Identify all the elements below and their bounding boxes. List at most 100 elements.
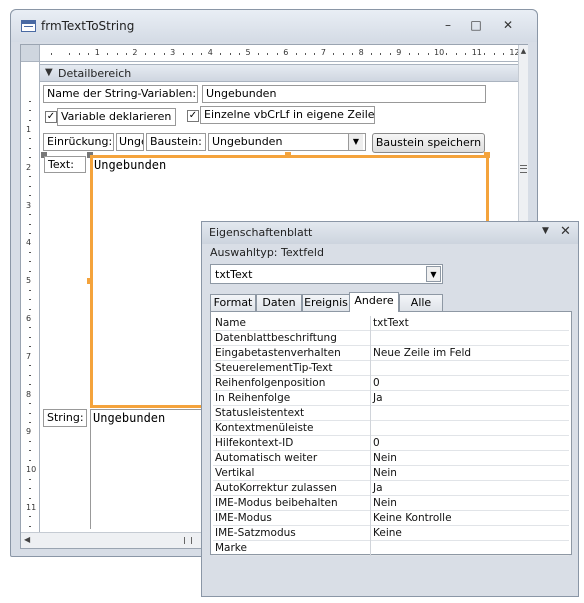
- ruler-tick: [29, 100, 31, 102]
- property-value[interactable]: Ja: [373, 392, 383, 404]
- ruler-label: 8: [358, 48, 364, 57]
- maximize-button[interactable]: □: [463, 16, 489, 34]
- ruler-tick: [342, 53, 344, 55]
- indent-label[interactable]: Einrückung:: [43, 133, 114, 151]
- property-row[interactable]: IME-Modus beibehalten Nein: [213, 496, 569, 511]
- ruler-tick: [408, 53, 410, 55]
- property-row[interactable]: Vertikal Nein: [213, 466, 569, 481]
- ruler-label: 3: [26, 200, 32, 210]
- property-row[interactable]: Automatisch weiter Nein: [213, 451, 569, 466]
- ruler-tick: [29, 516, 31, 518]
- section-collapse-icon: ▼: [45, 67, 53, 78]
- property-value[interactable]: Neue Zeile im Feld: [373, 347, 471, 359]
- property-sheet-titlebar[interactable]: Eigenschaftenblatt ▼ ✕: [202, 222, 578, 244]
- scroll-grip-icon[interactable]: [184, 537, 192, 544]
- ruler-label: 7: [320, 48, 326, 57]
- string-textbox[interactable]: Ungebunden: [90, 409, 202, 529]
- string-textbox-value: Ungebunden: [93, 411, 166, 425]
- declare-label[interactable]: Variable deklarieren: [57, 108, 176, 126]
- declare-checkbox[interactable]: ✓: [45, 111, 57, 123]
- minimize-button[interactable]: –: [435, 16, 461, 34]
- property-row[interactable]: Reihenfolgenposition 0: [213, 376, 569, 391]
- ruler-tick: [88, 53, 90, 55]
- property-value[interactable]: Nein: [373, 467, 397, 479]
- scroll-up-icon[interactable]: ▲: [519, 47, 528, 55]
- block-label[interactable]: Baustein:: [146, 133, 206, 151]
- property-row[interactable]: Datenblattbeschriftung: [213, 331, 569, 346]
- ruler-label: 4: [207, 48, 213, 57]
- column-separator: [370, 376, 371, 391]
- chevron-down-icon[interactable]: ▼: [542, 226, 549, 236]
- ruler-tick: [29, 421, 31, 423]
- property-sheet: Eigenschaftenblatt ▼ ✕ Auswahltyp: Textf…: [201, 221, 579, 597]
- indent-textbox[interactable]: Unge: [116, 133, 144, 151]
- tab-alle[interactable]: Alle: [399, 294, 443, 311]
- ruler-tick: [29, 119, 31, 121]
- tab-andere[interactable]: Andere: [349, 292, 399, 312]
- scroll-left-icon[interactable]: ◀: [24, 535, 30, 544]
- tab-daten[interactable]: Daten: [256, 294, 302, 311]
- column-separator: [370, 436, 371, 451]
- ruler-tick: [50, 53, 52, 55]
- property-row[interactable]: AutoKorrektur zulassen Ja: [213, 481, 569, 496]
- tab-format[interactable]: Format: [210, 294, 256, 311]
- lines-label[interactable]: Einzelne vbCrLf in eigene Zeile: [200, 106, 375, 124]
- property-row[interactable]: IME-Satzmodus Keine: [213, 526, 569, 541]
- ruler-tick: [220, 53, 222, 55]
- property-row[interactable]: SteuerelementTip-Text: [213, 361, 569, 376]
- ruler-tick: [29, 195, 31, 197]
- ruler-label: 3: [170, 48, 176, 57]
- ruler-label: 2: [132, 48, 138, 57]
- string-label[interactable]: String:: [43, 409, 87, 427]
- property-name: IME-Modus: [215, 512, 272, 524]
- ruler-tick: [29, 346, 31, 348]
- property-row[interactable]: Name txtText: [213, 316, 569, 331]
- object-selector[interactable]: txtText ▼: [210, 264, 443, 284]
- property-row[interactable]: IME-Modus Keine Kontrolle: [213, 511, 569, 526]
- property-value[interactable]: Keine Kontrolle: [373, 512, 452, 524]
- section-bar-detail[interactable]: ▼ Detailbereich: [40, 64, 518, 82]
- column-separator: [370, 391, 371, 406]
- name-label[interactable]: Name der String-Variablen:: [43, 85, 198, 103]
- text-textbox-value: Ungebunden: [94, 158, 167, 172]
- property-row[interactable]: Kontextmenüleiste: [213, 421, 569, 436]
- scroll-grip-icon[interactable]: [520, 165, 527, 173]
- property-value[interactable]: 0: [373, 377, 380, 389]
- tab-ereignis[interactable]: Ereignis: [302, 294, 350, 311]
- property-row[interactable]: Marke: [213, 541, 569, 556]
- property-name: IME-Modus beibehalten: [215, 497, 338, 509]
- property-row[interactable]: In Reihenfolge Ja: [213, 391, 569, 406]
- ruler-tick: [69, 53, 71, 55]
- vertical-ruler[interactable]: 123456789101112: [21, 62, 40, 550]
- close-button[interactable]: ✕: [495, 16, 521, 34]
- property-value[interactable]: Nein: [373, 452, 397, 464]
- horizontal-ruler[interactable]: 1 2 3 4 5 6 7 8 9 10 11 12: [40, 45, 520, 62]
- ruler-tick: [29, 440, 31, 442]
- property-value[interactable]: Nein: [373, 497, 397, 509]
- save-block-button[interactable]: Baustein speichern: [372, 133, 485, 153]
- ruler-label: 2: [26, 162, 32, 172]
- property-name: Name: [215, 317, 246, 329]
- ruler-tick: [29, 185, 31, 187]
- ruler-tick: [276, 53, 278, 55]
- text-label[interactable]: Text:: [44, 156, 86, 173]
- chevron-down-icon[interactable]: ▼: [348, 134, 363, 150]
- ruler-label: 6: [283, 48, 289, 57]
- ruler-tick: [352, 53, 354, 55]
- close-icon[interactable]: ✕: [560, 224, 571, 239]
- block-combobox[interactable]: Ungebunden: [208, 133, 366, 151]
- property-value[interactable]: 0: [373, 437, 380, 449]
- ruler-corner[interactable]: [21, 45, 40, 62]
- property-value[interactable]: Ja: [373, 482, 383, 494]
- chevron-down-icon[interactable]: ▼: [426, 266, 441, 282]
- property-value[interactable]: Keine: [373, 527, 402, 539]
- property-value[interactable]: txtText: [373, 317, 409, 329]
- property-row[interactable]: Hilfekontext-ID 0: [213, 436, 569, 451]
- ruler-tick: [295, 53, 297, 55]
- form-titlebar[interactable]: frmTextToString – □ ✕: [11, 10, 537, 42]
- property-tabs: Format Daten Ereignis Andere Alle: [210, 292, 572, 312]
- name-textbox[interactable]: Ungebunden: [202, 85, 486, 103]
- property-row[interactable]: Eingabetastenverhalten Neue Zeile im Feld: [213, 346, 569, 361]
- property-row[interactable]: Statusleistentext: [213, 406, 569, 421]
- lines-checkbox[interactable]: ✓: [187, 110, 199, 122]
